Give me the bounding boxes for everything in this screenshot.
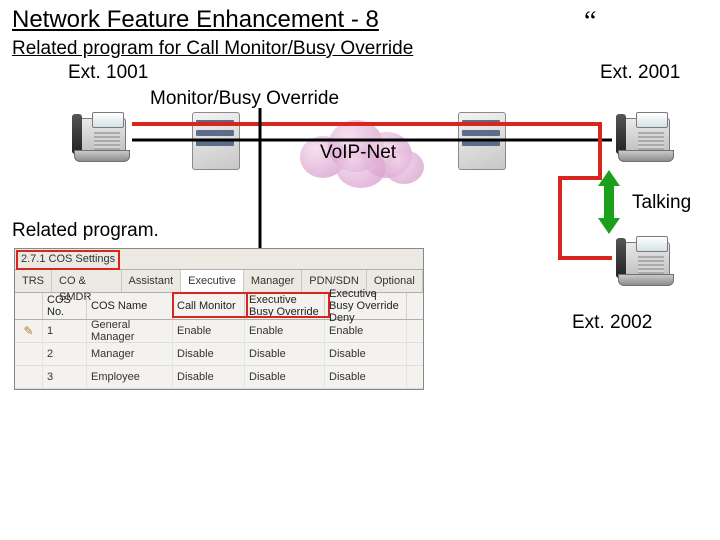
cell-override-deny: Disable [325, 366, 407, 388]
ext-2001-label: Ext. 2001 [600, 62, 680, 84]
col-call-monitor: Call Monitor [173, 293, 245, 319]
cell-cos-no: 3 [43, 366, 87, 388]
cell-override: Enable [245, 320, 325, 342]
table-row[interactable]: ✎ 1 General Manager Enable Enable Enable [15, 320, 423, 343]
pbx-left-icon [186, 108, 246, 174]
page-subtitle: Related program for Call Monitor/Busy Ov… [12, 38, 413, 60]
phone-ext-1001-icon [68, 108, 134, 164]
quote-mark: “ [584, 6, 596, 38]
pencil-icon: ✎ [23, 324, 33, 338]
tab-co-smdr[interactable]: CO & SMDR [52, 270, 122, 292]
cell-override-deny: Disable [325, 343, 407, 365]
cos-settings-panel: 2.7.1 COS Settings TRS CO & SMDR Assista… [14, 248, 424, 390]
tab-trs[interactable]: TRS [15, 270, 52, 292]
phone-ext-2001-icon [612, 108, 678, 164]
cos-section-title: 2.7.1 COS Settings [15, 253, 115, 265]
related-program-label: Related program. [12, 220, 159, 242]
page-title: Network Feature Enhancement - 8 [12, 6, 379, 34]
cell-call-monitor: Disable [173, 343, 245, 365]
cell-cos-name: Employee [87, 366, 173, 388]
talking-label: Talking [632, 192, 691, 214]
cell-override: Disable [245, 343, 325, 365]
cell-cos-no: 2 [43, 343, 87, 365]
col-cos-no: COS No. [43, 293, 87, 319]
col-cos-name: COS Name [87, 293, 173, 319]
table-row[interactable]: 2 Manager Disable Disable Disable [15, 343, 423, 366]
talking-arrow-icon [594, 170, 624, 239]
cell-override-deny: Enable [325, 320, 407, 342]
cell-cos-name: Manager [87, 343, 173, 365]
tab-executive[interactable]: Executive [181, 270, 244, 292]
ext-1001-label: Ext. 1001 [68, 62, 148, 84]
tab-manager[interactable]: Manager [244, 270, 302, 292]
cell-cos-name: General Manager [87, 320, 173, 342]
table-row[interactable]: 3 Employee Disable Disable Disable [15, 366, 423, 389]
monitor-override-label: Monitor/Busy Override [150, 88, 339, 110]
pbx-right-icon [452, 108, 512, 174]
cell-call-monitor: Enable [173, 320, 245, 342]
col-edit [15, 293, 43, 319]
cell-call-monitor: Disable [173, 366, 245, 388]
cell-cos-no: 1 [43, 320, 87, 342]
col-exec-busy-override-deny: Executive Busy Override Deny [325, 293, 407, 319]
tab-assistant[interactable]: Assistant [122, 270, 182, 292]
phone-ext-2002-icon [612, 232, 678, 288]
voip-cloud-label: VoIP-Net [320, 142, 396, 164]
col-exec-busy-override: Executive Busy Override [245, 293, 325, 319]
ext-2002-label: Ext. 2002 [572, 312, 652, 334]
cos-table-header: COS No. COS Name Call Monitor Executive … [15, 293, 423, 320]
cell-override: Disable [245, 366, 325, 388]
